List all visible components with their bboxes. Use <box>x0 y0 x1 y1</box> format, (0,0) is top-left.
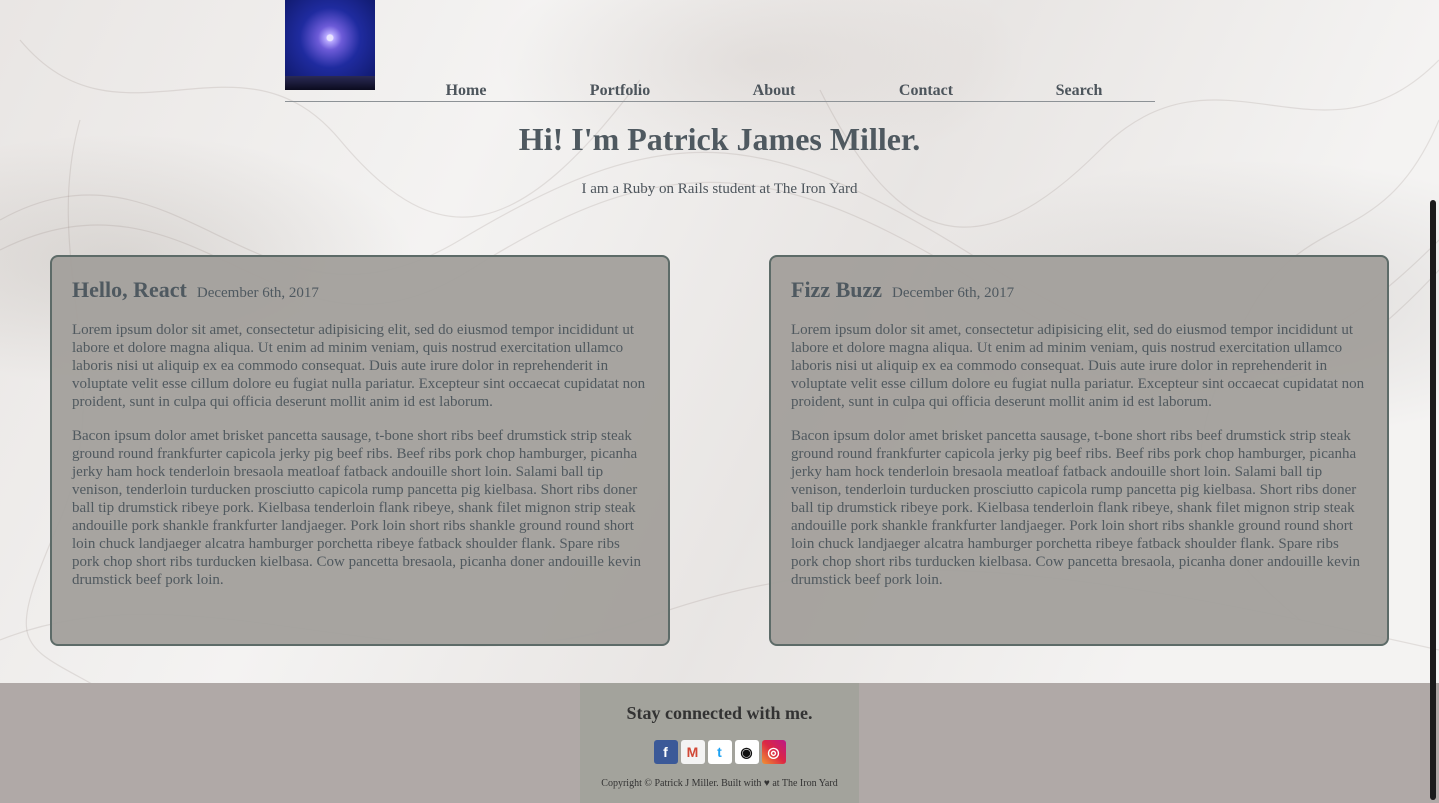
post-paragraph: Lorem ipsum dolor sit amet, consectetur … <box>72 322 646 410</box>
post-date: December 6th, 2017 <box>196 285 319 301</box>
nav-about[interactable]: About <box>753 82 796 100</box>
nav-search[interactable]: Search <box>1056 82 1103 100</box>
post-card: Hello, React December 6th, 2017 Lorem ip… <box>50 255 670 646</box>
instagram-icon[interactable]: ◎ <box>761 740 786 764</box>
github-icon[interactable]: ◉ <box>734 740 759 764</box>
main-nav: Home Portfolio About Contact Search <box>285 78 1155 100</box>
nav-home[interactable]: Home <box>446 82 487 100</box>
post-paragraph: Lorem ipsum dolor sit amet, consectetur … <box>791 322 1365 410</box>
facebook-icon[interactable]: f <box>653 740 678 764</box>
gmail-icon[interactable]: M <box>680 740 705 764</box>
fireworks-logo[interactable] <box>285 0 375 90</box>
nav-portfolio[interactable]: Portfolio <box>590 82 650 100</box>
scrollbar-thumb[interactable] <box>1430 200 1436 800</box>
post-paragraph: Bacon ipsum dolor amet brisket pancetta … <box>791 428 1360 588</box>
site-footer: Stay connected with me. f M t ◉ ◎ Copyri… <box>0 683 1439 803</box>
twitter-icon[interactable]: t <box>707 740 732 764</box>
social-links: f M t ◉ ◎ <box>580 740 859 764</box>
post-header: Hello, React December 6th, 2017 <box>72 277 648 303</box>
post-header: Fizz Buzz December 6th, 2017 <box>791 277 1367 303</box>
post-paragraph: Bacon ipsum dolor amet brisket pancetta … <box>72 428 641 588</box>
copyright-text: Copyright © Patrick J Miller. Built with… <box>601 778 838 789</box>
page-subtitle: I am a Ruby on Rails student at The Iron… <box>581 181 858 197</box>
post-card: Fizz Buzz December 6th, 2017 Lorem ipsum… <box>769 255 1389 646</box>
post-title[interactable]: Fizz Buzz <box>791 277 882 303</box>
site-header: Home Portfolio About Contact Search <box>285 0 1155 102</box>
post-title[interactable]: Hello, React <box>72 277 187 303</box>
page-title: Hi! I'm Patrick James Miller. <box>518 121 921 157</box>
footer-heading: Stay connected with me. <box>626 703 813 723</box>
nav-contact[interactable]: Contact <box>899 82 953 100</box>
post-date: December 6th, 2017 <box>892 285 1015 301</box>
footer-panel: Stay connected with me. f M t ◉ ◎ Copyri… <box>580 683 859 803</box>
